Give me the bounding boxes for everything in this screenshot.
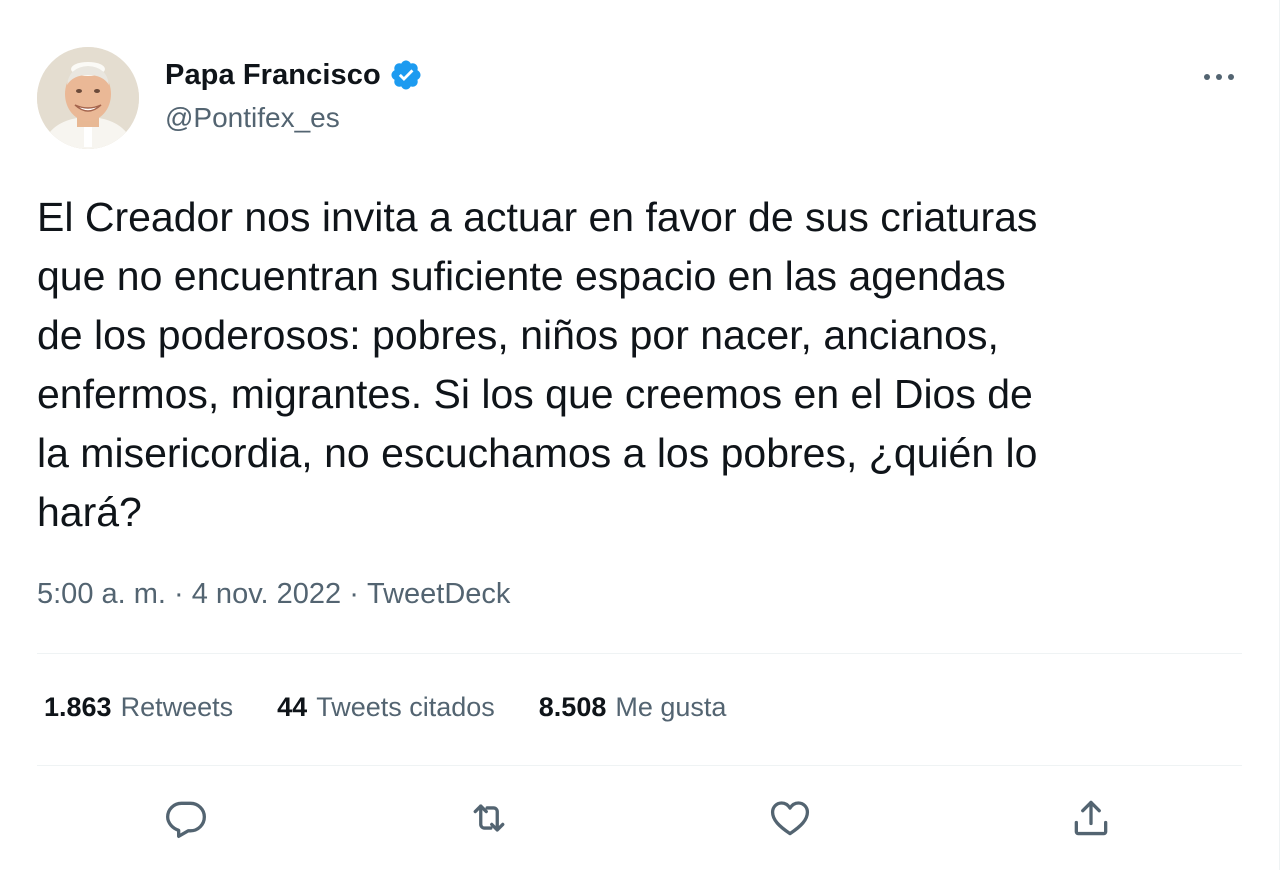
retweets-count: 1.863 bbox=[44, 692, 112, 722]
share-button[interactable] bbox=[1063, 790, 1119, 846]
retweets-label: Retweets bbox=[120, 692, 234, 722]
author-display-name[interactable]: Papa Francisco bbox=[165, 59, 381, 92]
quotes-label: Tweets citados bbox=[316, 692, 495, 722]
tweet-stats: 1.863 Retweets 44 Tweets citados 8.508 M… bbox=[44, 692, 770, 723]
likes-count: 8.508 bbox=[538, 692, 607, 722]
retweet-icon bbox=[473, 804, 505, 832]
avatar-photo bbox=[37, 47, 139, 149]
quotes-stat[interactable]: 44 Tweets citados bbox=[277, 692, 495, 723]
reply-icon bbox=[166, 801, 206, 838]
reply-button[interactable] bbox=[158, 790, 214, 846]
tweet-text: El Creador nos invita a actuar en favor … bbox=[37, 194, 1038, 535]
likes-label: Me gusta bbox=[615, 692, 727, 722]
more-options-button[interactable] bbox=[1199, 62, 1239, 92]
tweet-source[interactable]: TweetDeck bbox=[367, 578, 510, 611]
tweet-date[interactable]: 4 nov. 2022 bbox=[192, 578, 341, 611]
quotes-count: 44 bbox=[277, 692, 308, 722]
divider bbox=[37, 765, 1242, 766]
share-icon bbox=[1074, 800, 1108, 836]
heart-icon bbox=[770, 801, 810, 836]
like-button[interactable] bbox=[762, 790, 818, 846]
likes-stat[interactable]: 8.508 Me gusta bbox=[539, 692, 727, 723]
author-name-row: Papa Francisco bbox=[165, 58, 423, 92]
divider bbox=[37, 653, 1242, 654]
tweet-time[interactable]: 5:00 a. m. bbox=[37, 578, 166, 611]
meta-separator: · bbox=[341, 578, 367, 610]
retweets-stat[interactable]: 1.863 Retweets bbox=[44, 692, 233, 723]
more-horizontal-icon bbox=[1204, 74, 1234, 80]
verified-badge-icon bbox=[389, 58, 423, 92]
author-handle[interactable]: @Pontifex_es bbox=[165, 102, 340, 134]
tweet-meta: 5:00 a. m. · 4 nov. 2022 · TweetDeck bbox=[37, 578, 510, 611]
retweet-button[interactable] bbox=[461, 790, 517, 846]
avatar[interactable] bbox=[37, 47, 139, 149]
meta-separator: · bbox=[165, 578, 192, 610]
tweet-actions bbox=[0, 790, 1280, 846]
tweet-card: Papa Francisco @Pontifex_es El Creador n… bbox=[0, 0, 1280, 870]
